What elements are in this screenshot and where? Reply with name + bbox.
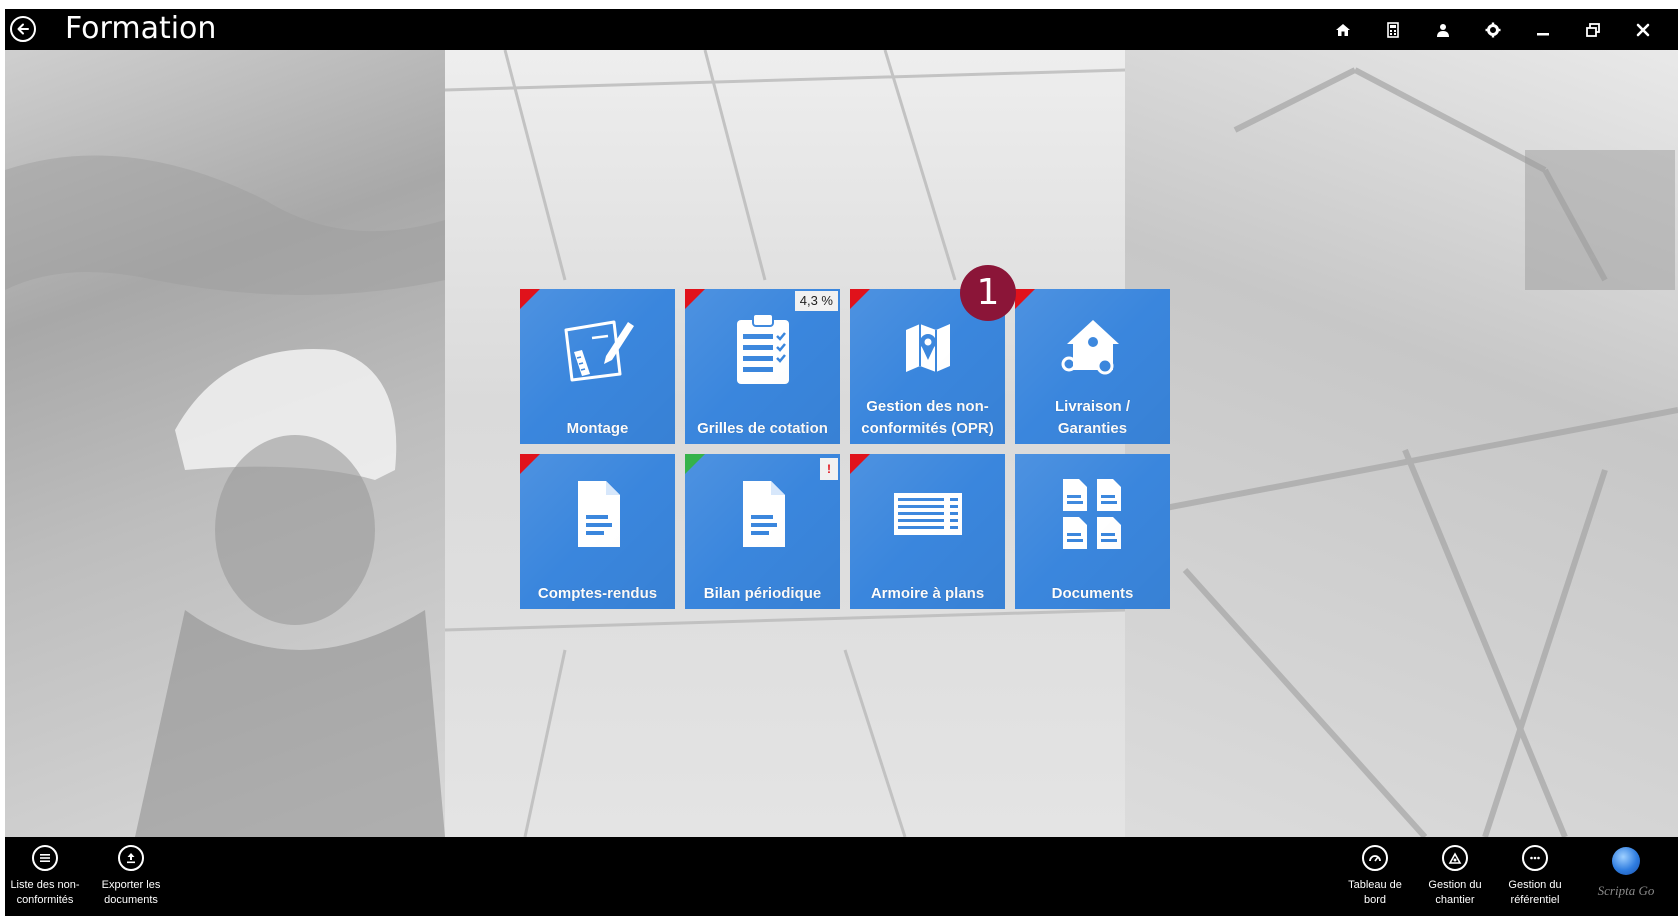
settings-gear-icon[interactable] [1468,9,1518,50]
button-label-line: Gestion du [1428,879,1482,891]
tile-documents[interactable]: Documents [1015,454,1170,609]
gestion-du-referentiel-button[interactable]: Gestion du référentiel [1495,845,1575,908]
export-upload-icon [118,845,144,871]
button-label: Gestion du chantier [1415,878,1495,908]
window-controls [1318,9,1668,50]
tile-label: Grilles de cotation [697,420,828,437]
house-key-icon [1048,303,1138,393]
status-corner-red [850,454,870,474]
documents-grid-icon [1048,468,1138,558]
button-label: Exporter les documents [91,878,171,908]
tile-label: Montage [566,420,629,437]
button-label: Tableau de bord [1335,878,1415,908]
tile-label: Comptes-rendus [537,585,658,602]
drawing-pencil-icon [553,303,643,393]
tile-label: Bilan périodique [703,585,822,602]
status-corner-red [685,289,705,309]
site-management-icon [1442,845,1468,871]
tile-label-line: Gestion des non- [866,398,989,415]
button-label: Liste des non- conformités [5,878,85,908]
home-icon[interactable] [1318,9,1368,50]
progress-badge: 4,3 % [794,291,838,311]
dashboard-icon [1362,845,1388,871]
status-corner-red [1015,289,1035,309]
tableau-de-bord-button[interactable]: Tableau de bord [1335,845,1415,908]
list-icon [32,845,58,871]
liste-non-conformites-button[interactable]: Liste des non- conformités [5,845,85,908]
title-bar: Formation [5,9,1678,50]
more-dots-icon [1522,845,1548,871]
alert-badge: ! [820,458,838,480]
calculator-icon[interactable] [1368,9,1418,50]
clipboard-checklist-icon [718,303,808,393]
button-label: Gestion du référentiel [1495,878,1575,908]
brand-name: Scripta Go [1597,883,1655,898]
tile-label: Documents [1051,585,1134,602]
restore-icon[interactable] [1568,9,1618,50]
document-icon [718,468,808,558]
status-corner-red [520,454,540,474]
tile-label: Armoire à plans [870,585,985,602]
tile-bilan-periodique[interactable]: ! Bilan périodique [685,454,840,609]
tile-comptes-rendus[interactable]: Comptes-rendus [520,454,675,609]
minimize-icon[interactable] [1518,9,1568,50]
tile-label-line: Garanties [1057,420,1128,437]
back-arrow-icon[interactable] [10,16,36,42]
button-label-line: Liste des non- [10,879,80,891]
bottom-app-bar: Liste des non- conformités Exporter les … [5,837,1678,916]
tile-label: Livraison / Garanties [1017,396,1168,440]
app-window: Formation Montage 4,3 % Grilles de cotat… [5,9,1678,916]
tile-armoire-a-plans[interactable]: Armoire à plans [850,454,1005,609]
document-icon [553,468,643,558]
globe-logo-icon [1612,847,1640,875]
plan-cabinet-icon [883,468,973,558]
map-pin-icon [883,303,973,393]
status-corner-green [685,454,705,474]
gestion-du-chantier-button[interactable]: Gestion du chantier [1415,845,1495,908]
close-icon[interactable] [1618,9,1668,50]
button-label-line: bord [1363,894,1387,906]
step-number-marker: 1 [960,265,1016,321]
tile-label-line: conformités (OPR) [861,420,994,437]
button-label-line: Exporter les [101,879,161,891]
status-corner-red [850,289,870,309]
tile-grilles-de-cotation[interactable]: 4,3 % Grilles de cotation [685,289,840,444]
button-label-line: Tableau de [1348,879,1402,891]
status-corner-red [520,289,540,309]
brand-logo[interactable]: Scripta Go [1586,847,1666,899]
button-label-line: chantier [1435,894,1475,906]
button-label-line: conformités [16,894,74,906]
exporter-documents-button[interactable]: Exporter les documents [91,845,171,908]
page-title: Formation [65,11,217,46]
tile-label: Gestion des non- conformités (OPR) [852,396,1003,440]
tile-montage[interactable]: Montage [520,289,675,444]
tile-label-line: Livraison / [1054,398,1131,415]
tile-livraison-garanties[interactable]: Livraison / Garanties [1015,289,1170,444]
user-icon[interactable] [1418,9,1468,50]
button-label-line: Gestion du [1508,879,1562,891]
button-label-line: documents [104,894,158,906]
module-tile-grid: Montage 4,3 % Grilles de cotation Gestio… [520,289,1172,611]
button-label-line: référentiel [1510,894,1560,906]
